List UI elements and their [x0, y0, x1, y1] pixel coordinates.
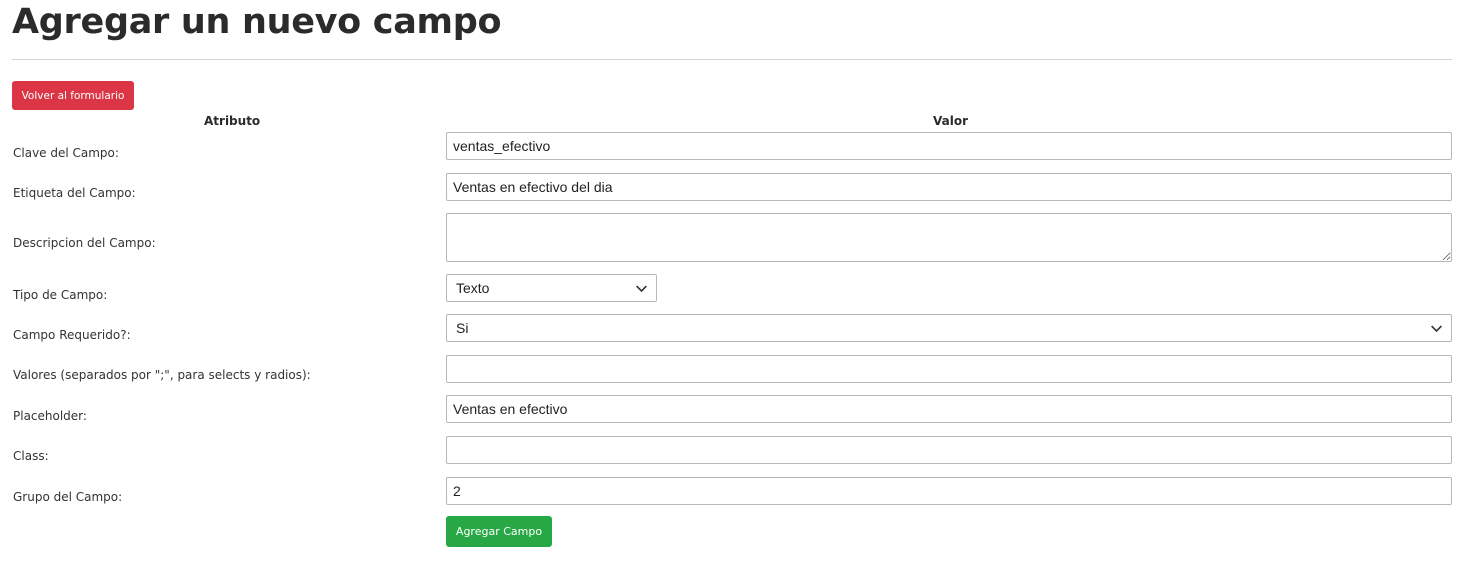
add-field-button[interactable]: Agregar Campo — [446, 516, 552, 547]
field-label-input[interactable] — [446, 173, 1452, 201]
field-label-label: Etiqueta del Campo: — [13, 186, 136, 200]
field-required-label: Campo Requerido?: — [13, 328, 131, 342]
field-group-input[interactable] — [446, 477, 1452, 505]
field-type-select[interactable]: Texto — [446, 274, 657, 302]
chevron-down-icon — [636, 285, 647, 293]
field-required-select[interactable]: Si — [446, 314, 1452, 342]
title-divider — [12, 59, 1452, 60]
field-type-selected-value: Texto — [456, 280, 490, 296]
field-description-label: Descripcion del Campo: — [13, 236, 156, 250]
field-placeholder-input[interactable] — [446, 395, 1452, 423]
field-values-input[interactable] — [446, 355, 1452, 383]
field-key-input[interactable] — [446, 132, 1452, 160]
chevron-down-icon — [1431, 325, 1442, 333]
field-values-label: Valores (separados por ";", para selects… — [13, 368, 311, 382]
page-title: Agregar un nuevo campo — [12, 2, 502, 42]
column-header-attribute: Atributo — [204, 114, 261, 128]
field-class-label: Class: — [13, 449, 49, 463]
add-field-page: Agregar un nuevo campo Volver al formula… — [0, 0, 1459, 570]
back-to-form-button[interactable]: Volver al formulario — [12, 81, 134, 110]
field-type-label: Tipo de Campo: — [13, 288, 108, 302]
field-description-textarea[interactable] — [446, 213, 1452, 262]
field-placeholder-label: Placeholder: — [13, 409, 87, 423]
field-key-label: Clave del Campo: — [13, 146, 119, 160]
field-group-label: Grupo del Campo: — [13, 490, 123, 504]
field-required-selected-value: Si — [456, 320, 469, 336]
field-class-input[interactable] — [446, 436, 1452, 464]
column-header-value: Valor — [933, 114, 969, 128]
